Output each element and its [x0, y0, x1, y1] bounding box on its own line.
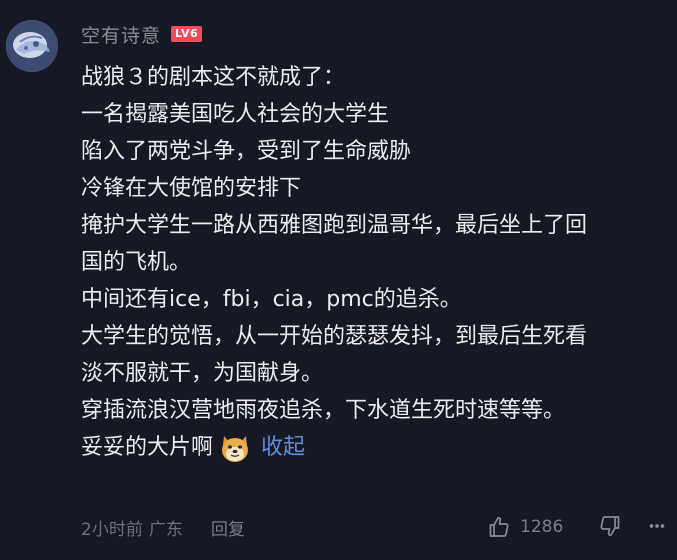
doge-emoji-icon [219, 432, 251, 464]
comment-line: 一名揭露美国吃人社会的大学生 [81, 102, 390, 127]
comment-line: 冷锋在大使馆的安排下 [81, 176, 302, 201]
comment-line: 掩护大学生一路从西雅图跑到温哥华，最后坐上了回 [81, 213, 588, 238]
avatar[interactable] [6, 20, 58, 72]
comment-line: 陷入了两党斗争，受到了生命威胁 [81, 139, 412, 164]
comment-line: 大学生的觉悟，从一开始的瑟瑟发抖，到最后生死看 [81, 324, 588, 349]
comment-line: 妥妥的大片啊 [81, 435, 214, 460]
thumbs-down-icon[interactable] [597, 513, 623, 539]
like-count: 1286 [520, 517, 564, 537]
comment-footer: 2小时前 广东 回复 [81, 514, 245, 540]
thumbs-up-icon[interactable] [486, 514, 512, 540]
more-icon[interactable] [644, 513, 670, 539]
username[interactable]: 空有诗意 [81, 21, 161, 48]
location: 广东 [148, 519, 183, 540]
timestamp: 2小时前 [81, 519, 143, 540]
comment-line: 战狼３的剧本这不就成了： [81, 65, 346, 90]
comment-line: 淡不服就干，为国献身。 [81, 361, 324, 386]
comment-line: 中间还有ice，fbi，cia，pmc的追杀。 [81, 287, 462, 312]
reply-button[interactable]: 回复 [211, 515, 245, 540]
like-button[interactable]: 1286 [486, 513, 563, 541]
collapse-link[interactable]: 收起 [261, 429, 305, 466]
comment-line: 国的飞机。 [81, 250, 192, 275]
comment-header: 空有诗意 LV6 [81, 21, 203, 48]
level-badge: LV6 [171, 26, 203, 42]
comment-last-line: 妥妥的大片啊 收起 [81, 429, 671, 466]
comment-line: 穿插流浪汉营地雨夜追杀，下水道生死时速等等。 [81, 398, 566, 423]
comment-body: 战狼３的剧本这不就成了： 一名揭露美国吃人社会的大学生 陷入了两党斗争，受到了生… [81, 59, 671, 466]
avatar-image [6, 20, 58, 72]
